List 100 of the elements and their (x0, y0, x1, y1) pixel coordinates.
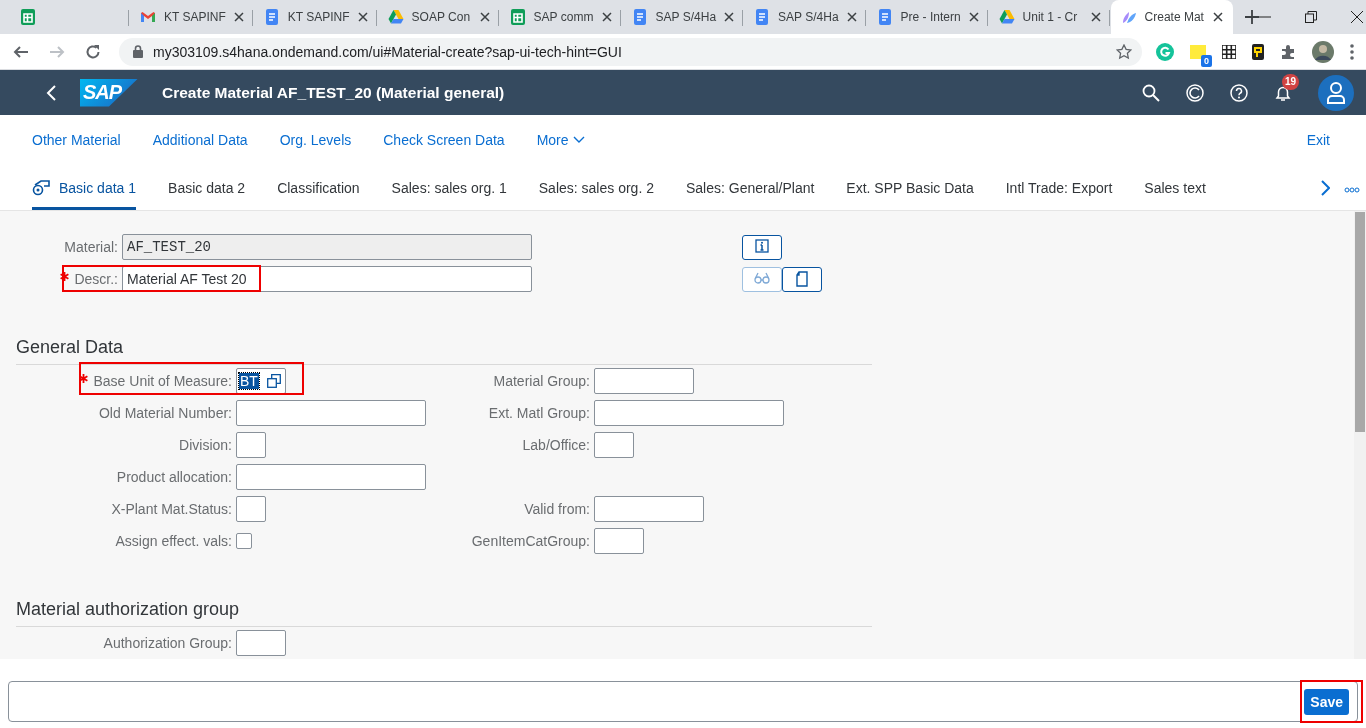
back-chevron-icon[interactable] (46, 84, 56, 101)
input-field[interactable] (594, 432, 634, 458)
more-menu-button[interactable]: More (536, 132, 585, 148)
help-icon[interactable] (1230, 83, 1248, 102)
field-label: Descr.: (74, 271, 118, 287)
input-field[interactable] (594, 528, 644, 554)
toolbar-button[interactable]: Other Material (32, 132, 121, 148)
field-label: GenItemCatGroup: (471, 533, 590, 549)
spreadsheet-icon (509, 9, 526, 25)
browser-tab[interactable]: SAP S/4Ha (621, 0, 745, 34)
exit-button[interactable]: Exit (1306, 132, 1330, 148)
document-icon (876, 9, 893, 25)
toolbar-button[interactable]: Additional Data (152, 132, 248, 148)
scrollbar[interactable] (1354, 211, 1366, 659)
note-icon[interactable] (1190, 44, 1206, 59)
input-field[interactable] (236, 464, 426, 490)
document-icon (754, 9, 771, 25)
kebab-menu-icon[interactable] (1350, 43, 1354, 60)
close-icon[interactable] (233, 12, 244, 22)
info-icon (755, 239, 769, 255)
notification-badge: 19 (1282, 73, 1300, 90)
field-label: Division: (179, 437, 232, 453)
document-icon (263, 9, 280, 25)
puzzle-icon[interactable] (1280, 43, 1296, 60)
triangle-logo-icon (998, 9, 1015, 25)
close-icon[interactable] (601, 12, 612, 22)
browser-tab[interactable]: KT SAPINF (130, 0, 254, 34)
page-title: Create Material AF_TEST_20 (Material general) (162, 83, 505, 102)
leaf-logo-icon (1120, 9, 1137, 25)
mail-icon (140, 9, 156, 25)
user-avatar[interactable] (1318, 74, 1354, 111)
spreadsheet-icon (20, 9, 36, 25)
tab[interactable]: Sales: sales org. 1 (391, 166, 507, 210)
search-icon[interactable] (1142, 83, 1160, 102)
star-icon[interactable] (1116, 43, 1132, 60)
close-icon[interactable] (1090, 12, 1101, 22)
tab[interactable]: Ext. SPP Basic Data (846, 166, 974, 210)
circle-c-icon[interactable] (1186, 83, 1204, 102)
tab[interactable]: Classification (277, 166, 360, 210)
save-button[interactable]: Save (1304, 688, 1349, 715)
tab[interactable]: Basic data 2 (168, 166, 246, 210)
close-icon[interactable] (479, 12, 490, 22)
browser-tab[interactable]: SAP S/4Ha (744, 0, 867, 34)
browser-tab[interactable]: SAP comm (499, 0, 622, 34)
restore-icon[interactable] (1304, 11, 1317, 23)
document-icon (795, 271, 809, 287)
input-field[interactable] (236, 432, 266, 458)
field-label: Base Unit of Measure: (93, 373, 232, 389)
browser-tab[interactable]: KT SAPINF (253, 0, 378, 34)
field-label: Authorization Group: (103, 635, 232, 651)
field-label: Material: (64, 239, 118, 255)
input-field[interactable] (236, 630, 286, 656)
glasses-icon (754, 271, 770, 287)
value-help-icon[interactable] (267, 374, 281, 388)
toolbar-button[interactable]: Check Screen Data (383, 132, 505, 148)
field-label: Product allocation: (116, 469, 232, 485)
input-field[interactable] (236, 400, 426, 426)
section-title: Material authorization group (16, 599, 872, 627)
profile-avatar-icon[interactable] (1312, 40, 1334, 63)
input-field[interactable]: Material AF Test 20 (122, 266, 532, 292)
tab[interactable]: Sales: General/Plant (685, 166, 815, 210)
overflow-icon[interactable] (1344, 186, 1360, 193)
close-icon[interactable] (1350, 11, 1363, 23)
reload-icon[interactable] (85, 43, 101, 60)
close-icon[interactable] (846, 12, 857, 22)
close-icon[interactable] (357, 12, 368, 22)
input-field[interactable] (594, 368, 694, 394)
triangle-logo-icon (387, 9, 404, 25)
field-label: Material Group: (493, 373, 590, 389)
extension-icon[interactable] (1252, 43, 1264, 60)
plus-icon[interactable] (1244, 10, 1259, 24)
caret-icon (572, 136, 585, 144)
section-title: General Data (16, 337, 872, 365)
next-chevron-icon[interactable] (1320, 179, 1330, 196)
input-field[interactable]: BT (236, 368, 286, 394)
field-label: Ext. Matl Group: (488, 405, 590, 421)
field-label: Valid from: (524, 501, 590, 517)
tab[interactable]: Sales text (1144, 166, 1206, 210)
close-icon[interactable] (968, 12, 979, 22)
document-button[interactable] (782, 266, 822, 292)
input-field[interactable] (594, 400, 784, 426)
close-icon[interactable] (724, 12, 735, 22)
tab[interactable]: Intl Trade: Export (1005, 166, 1113, 210)
input-field[interactable] (594, 496, 704, 522)
field-label: Lab/Office: (522, 437, 590, 453)
address-bar[interactable]: my303109.s4hana.ondemand.com/ui#Material-create?sap-ui-tech-hint=GUI (119, 37, 1142, 66)
field-label: X-Plant Mat.Status: (111, 501, 232, 517)
browser-tab[interactable]: SOAP Con (377, 0, 500, 34)
grid-icon[interactable] (1222, 44, 1236, 59)
field-label: Assign effect. vals: (115, 533, 232, 549)
back-arrow-icon[interactable] (13, 43, 29, 60)
input-field[interactable] (236, 496, 266, 522)
status-icon (32, 180, 50, 196)
toolbar-button[interactable]: Org. Levels (279, 132, 352, 148)
browser-tab[interactable]: Create Mat (1110, 0, 1233, 34)
browser-tab[interactable]: Pre - Intern (866, 0, 989, 34)
checkbox[interactable] (236, 533, 252, 549)
browser-tab[interactable]: Unit 1 - Cr (988, 0, 1111, 34)
tab[interactable]: Sales: sales org. 2 (538, 166, 654, 210)
close-icon[interactable] (1212, 12, 1223, 22)
